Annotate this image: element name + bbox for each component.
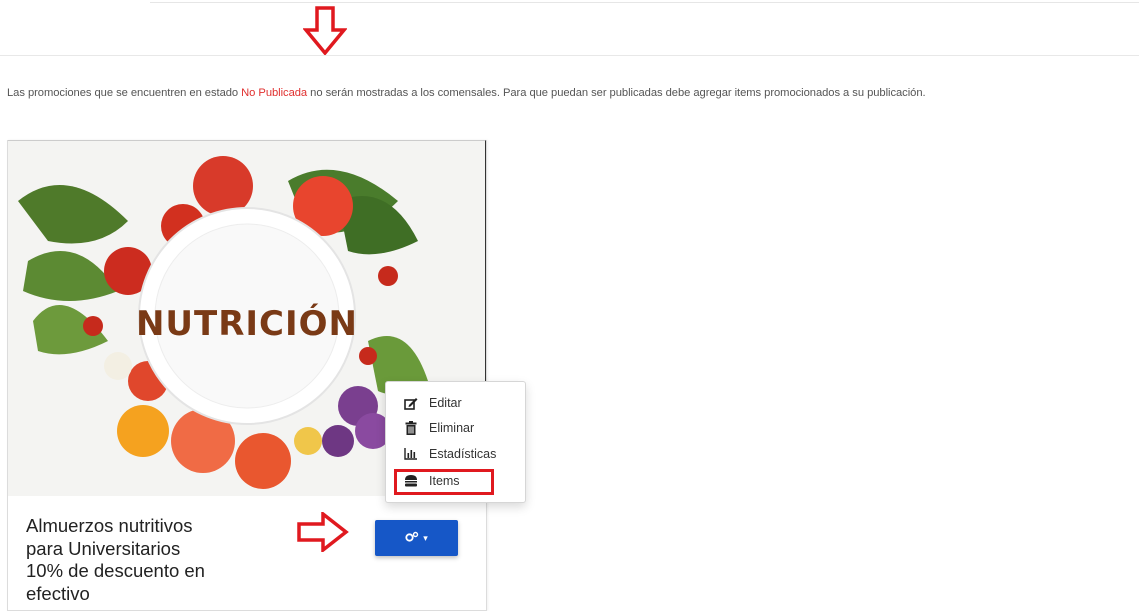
menu-item-estadisticas[interactable]: Estadísticas (403, 445, 496, 463)
promotion-image-title: NUTRICIÓN (136, 303, 358, 344)
annotation-down-arrow (302, 6, 348, 61)
annotation-highlight-box (394, 469, 494, 495)
edit-icon (403, 396, 419, 410)
promotion-line: 10% de descuento en (26, 560, 205, 581)
promotion-line: efectivo (26, 582, 90, 604)
menu-item-label: Editar (429, 396, 462, 410)
notice-text: Las promociones que se encuentren en est… (7, 87, 926, 99)
promotion-line: para Universitarios (26, 537, 181, 559)
promotion-description: Almuerzos nutritivos para Universitarios… (26, 515, 256, 605)
divider (0, 55, 1139, 56)
notice-before: Las promociones que se encuentren en est… (7, 87, 242, 99)
menu-item-label: Estadísticas (429, 447, 497, 461)
gears-icon (405, 531, 419, 546)
top-input-line (150, 0, 1139, 3)
menu-item-editar[interactable]: Editar (403, 394, 462, 412)
actions-dropdown-button[interactable]: ▾ (375, 520, 458, 556)
menu-item-eliminar[interactable]: Eliminar (403, 419, 474, 437)
status-label: No Publicada (241, 87, 308, 99)
chart-icon (403, 447, 419, 461)
promotion-line: Almuerzos nutritivos (26, 515, 193, 536)
menu-item-label: Eliminar (429, 421, 475, 435)
trash-icon (403, 421, 419, 435)
annotation-right-arrow (297, 510, 349, 557)
caret-down-icon: ▾ (423, 532, 428, 543)
notice-after: no serán mostradas a los comensales. Par… (307, 87, 926, 99)
